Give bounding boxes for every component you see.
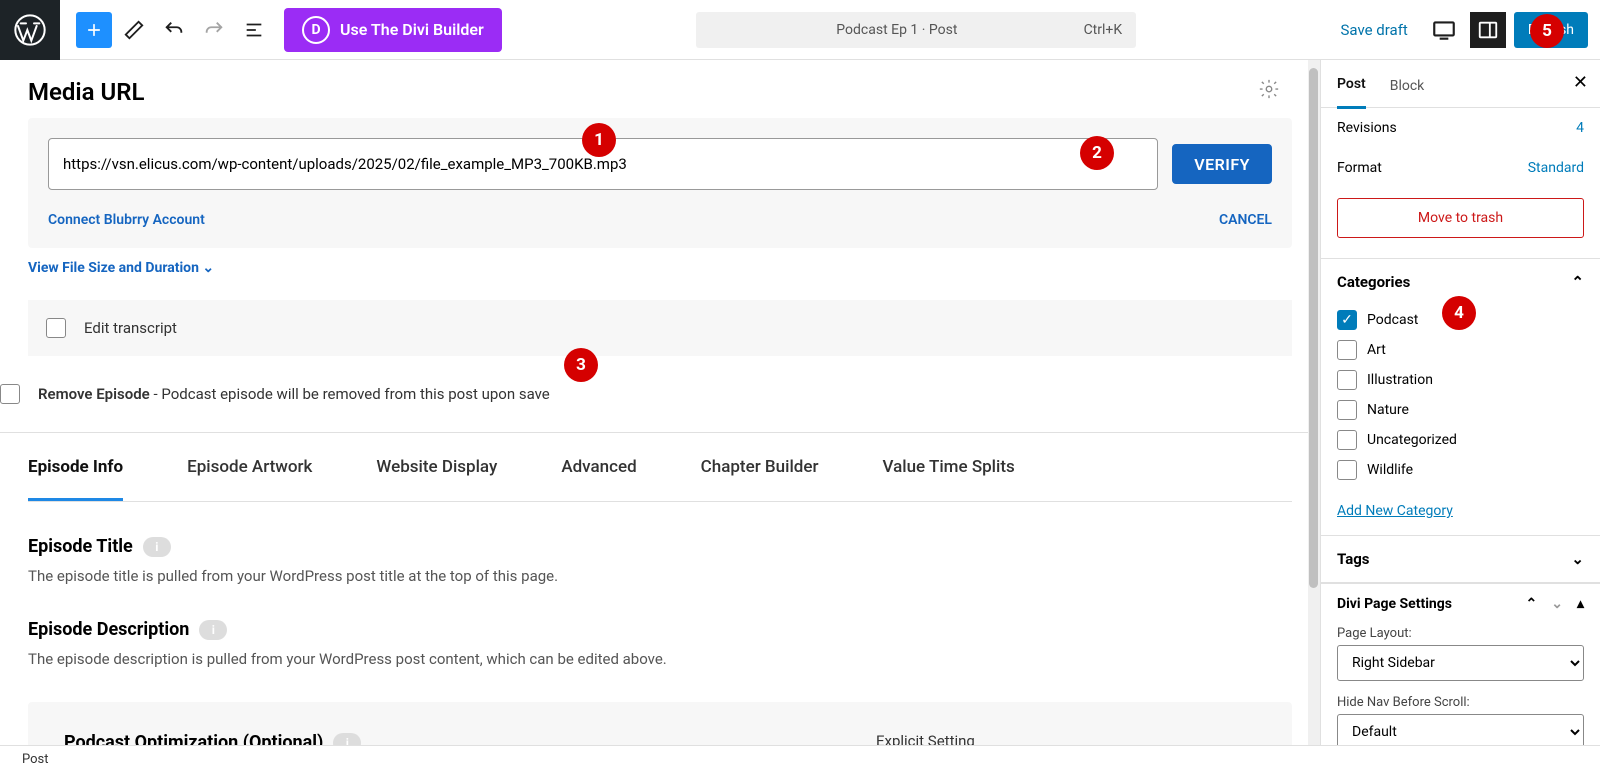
checkbox-icon[interactable]	[1337, 460, 1357, 480]
episode-title-heading: Episode Title i	[28, 536, 1292, 557]
categories-list: ✓Podcast Art Illustration Nature Uncateg…	[1321, 305, 1600, 497]
callout-1: 1	[582, 123, 616, 157]
triangle-up-icon[interactable]: ▴	[1577, 596, 1584, 612]
callout-4: 4	[1442, 296, 1476, 330]
save-draft-button[interactable]: Save draft	[1331, 15, 1418, 45]
callout-3: 3	[564, 348, 598, 382]
chevron-up-icon[interactable]: ⌃	[1526, 596, 1538, 612]
divi-settings-label: Divi Page Settings	[1337, 596, 1452, 612]
preview-icon[interactable]	[1426, 12, 1462, 48]
info-icon[interactable]: i	[333, 733, 361, 746]
tab-advanced[interactable]: Advanced	[561, 433, 636, 501]
editor-content: Media URL VERIFY Connect Blubrry Account…	[0, 60, 1320, 745]
close-icon[interactable]: ✕	[1573, 72, 1588, 93]
breadcrumb-bar: Post	[0, 745, 1600, 773]
tab-episode-artwork[interactable]: Episode Artwork	[187, 433, 312, 501]
hide-nav-label: Hide Nav Before Scroll:	[1337, 695, 1470, 710]
shortcut-hint: Ctrl+K	[1084, 22, 1123, 38]
revisions-row[interactable]: Revisions 4	[1321, 108, 1600, 148]
checkbox-icon[interactable]	[1337, 430, 1357, 450]
format-value: Standard	[1528, 160, 1584, 176]
episode-description-text: The episode description is pulled from y…	[28, 650, 1292, 668]
chevron-down-icon: ⌄	[1571, 550, 1584, 568]
edit-transcript-checkbox[interactable]	[46, 318, 66, 338]
page-layout-label: Page Layout:	[1337, 626, 1412, 641]
wordpress-logo[interactable]	[0, 0, 60, 60]
divi-logo-icon: D	[302, 16, 330, 44]
category-item-wildlife[interactable]: Wildlife	[1337, 455, 1584, 485]
settings-sidebar-toggle[interactable]	[1470, 12, 1506, 48]
sidebar-tab-post[interactable]: Post	[1337, 76, 1366, 109]
callout-2: 2	[1080, 136, 1114, 170]
divi-page-settings-panel: Divi Page Settings ⌃ ⌄ ▴ Page Layout: Ri…	[1321, 583, 1600, 745]
breadcrumb-post[interactable]: Post	[22, 752, 49, 767]
hide-nav-select[interactable]: Default	[1337, 714, 1584, 745]
edit-transcript-row: Edit transcript	[28, 300, 1292, 356]
revisions-label: Revisions	[1337, 120, 1397, 136]
connect-blubrry-link[interactable]: Connect Blubrry Account	[48, 212, 205, 228]
category-item-nature[interactable]: Nature	[1337, 395, 1584, 425]
format-label: Format	[1337, 160, 1382, 176]
top-toolbar: D Use The Divi Builder Podcast Ep 1 · Po…	[0, 0, 1600, 60]
content-scrollbar[interactable]	[1308, 60, 1320, 745]
divi-builder-label: Use The Divi Builder	[340, 20, 484, 39]
category-item-illustration[interactable]: Illustration	[1337, 365, 1584, 395]
revisions-value: 4	[1576, 120, 1584, 136]
episode-title-description: The episode title is pulled from your Wo…	[28, 567, 1292, 585]
divi-builder-button[interactable]: D Use The Divi Builder	[284, 8, 502, 52]
remove-episode-checkbox[interactable]	[0, 384, 20, 404]
checkbox-icon[interactable]: ✓	[1337, 310, 1357, 330]
hide-nav-field: Hide Nav Before Scroll: Default	[1337, 691, 1584, 745]
move-to-trash-button[interactable]: Move to trash	[1337, 198, 1584, 238]
info-icon[interactable]: i	[143, 537, 171, 557]
checkbox-icon[interactable]	[1337, 340, 1357, 360]
media-url-heading: Media URL	[28, 78, 1292, 106]
episode-description-heading: Episode Description i	[28, 619, 1292, 640]
tab-value-time-splits[interactable]: Value Time Splits	[883, 433, 1015, 501]
checkbox-icon[interactable]	[1337, 370, 1357, 390]
info-icon[interactable]: i	[199, 620, 227, 640]
sidebar-tab-block[interactable]: Block	[1390, 78, 1425, 108]
tags-panel-toggle[interactable]: Tags ⌄	[1321, 536, 1600, 583]
view-file-toggle[interactable]: View File Size and Duration ⌄	[28, 260, 1292, 276]
cancel-link[interactable]: CANCEL	[1219, 212, 1272, 228]
settings-sidebar: Post Block ✕ Revisions 4 Format Standard…	[1320, 60, 1600, 745]
post-title-pill[interactable]: Podcast Ep 1 · Post Ctrl+K	[696, 12, 1136, 48]
sidebar-tabs: Post Block ✕	[1321, 60, 1600, 108]
undo-icon[interactable]	[156, 12, 192, 48]
tab-website-display[interactable]: Website Display	[376, 433, 497, 501]
format-row[interactable]: Format Standard	[1321, 148, 1600, 188]
podcast-optimization-heading: Podcast Optimization (Optional) i	[64, 732, 361, 745]
edit-transcript-label: Edit transcript	[84, 319, 177, 337]
verify-button[interactable]: VERIFY	[1172, 144, 1272, 184]
add-block-button[interactable]	[76, 12, 112, 48]
category-item-uncategorized[interactable]: Uncategorized	[1337, 425, 1584, 455]
remove-episode-row: Remove Episode - Podcast episode will be…	[0, 384, 1320, 433]
category-item-art[interactable]: Art	[1337, 335, 1584, 365]
tab-chapter-builder[interactable]: Chapter Builder	[701, 433, 819, 501]
post-title-text: Podcast Ep 1 · Post	[836, 22, 957, 38]
page-layout-select[interactable]: Right Sidebar	[1337, 645, 1584, 681]
episode-tabs: Episode Info Episode Artwork Website Dis…	[28, 433, 1292, 502]
page-layout-field: Page Layout: Right Sidebar	[1337, 622, 1584, 681]
post-title-bar: Podcast Ep 1 · Post Ctrl+K	[502, 12, 1331, 48]
add-new-category-link[interactable]: Add New Category	[1321, 497, 1600, 535]
optimization-panel: Podcast Optimization (Optional) i Explic…	[28, 702, 1292, 745]
chevron-up-icon: ⌃	[1571, 273, 1584, 291]
callout-5: 5	[1530, 14, 1564, 48]
remove-episode-text: Remove Episode - Podcast episode will be…	[38, 385, 550, 403]
tab-episode-info[interactable]: Episode Info	[28, 433, 123, 501]
checkbox-icon[interactable]	[1337, 400, 1357, 420]
edit-icon[interactable]	[116, 12, 152, 48]
gear-icon[interactable]	[1258, 78, 1280, 100]
chevron-down-icon[interactable]: ⌄	[1551, 596, 1563, 612]
redo-icon[interactable]	[196, 12, 232, 48]
doc-outline-icon[interactable]	[236, 12, 272, 48]
explicit-setting-label: Explicit Setting	[876, 732, 1256, 745]
